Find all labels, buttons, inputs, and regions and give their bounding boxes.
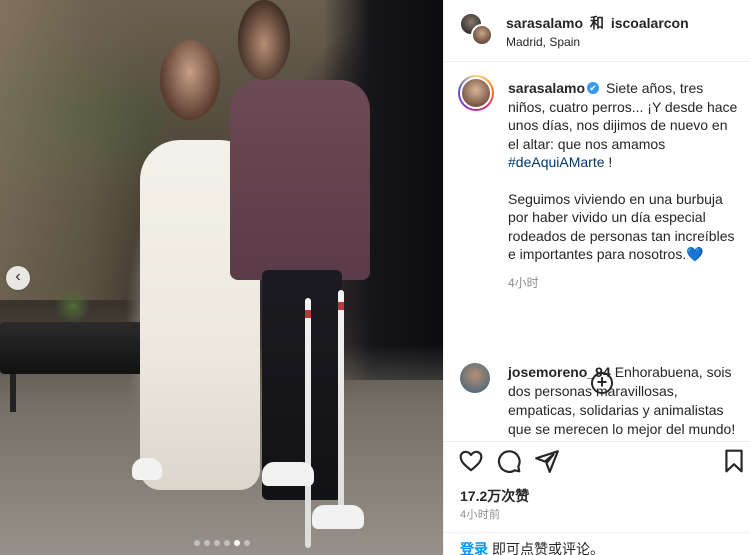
comment-text: josemoreno_94 Enhorabuena, sois dos perso… — [508, 363, 744, 439]
carousel-dot — [243, 540, 250, 546]
caption-text: sarasalamo ✔ Siete años, tres niños, cuat… — [508, 79, 740, 264]
caption-avatar[interactable] — [458, 75, 494, 111]
heart-icon[interactable] — [458, 448, 484, 474]
black-table — [0, 322, 150, 374]
post-photo[interactable]: ‹ — [0, 0, 443, 555]
post-actions — [444, 441, 750, 477]
carousel-dot — [233, 540, 240, 546]
burgundy-suit — [230, 80, 370, 280]
groom-shoe — [312, 505, 364, 529]
hashtag-link[interactable]: #deAquiAMarte — [508, 154, 605, 170]
carousel-dot — [193, 540, 200, 546]
groom-shoe — [262, 462, 314, 486]
potted-plant — [55, 288, 91, 324]
crutch-right — [338, 290, 344, 520]
login-prompt-text: 即可点赞或评论。 — [492, 541, 604, 555]
carousel-dot — [223, 540, 230, 546]
carousel-dot — [203, 540, 210, 546]
avatar[interactable] — [460, 363, 490, 393]
comment-icon[interactable] — [496, 448, 522, 474]
author-link[interactable]: iscoalarcon — [611, 15, 689, 31]
bookmark-icon[interactable] — [721, 448, 747, 474]
login-link[interactable]: 登录 — [460, 539, 488, 555]
caption-username[interactable]: sarasalamo — [508, 80, 585, 96]
post-details-panel: sarasalamo 和 iscoalarcon Madrid, Spain s… — [443, 0, 750, 555]
login-prompt: 登录 即可点赞或评论。 — [444, 532, 750, 555]
chevron-left-icon: ‹ — [15, 268, 21, 285]
author-link[interactable]: sarasalamo — [506, 15, 583, 31]
bride-shoe — [132, 458, 162, 480]
author-conjunction: 和 — [589, 15, 604, 31]
carousel-prev-button[interactable]: ‹ — [6, 266, 30, 290]
bride-figure — [160, 40, 220, 120]
table-leg — [10, 374, 16, 412]
stone-wall — [0, 0, 150, 300]
crutch-left — [305, 298, 311, 548]
carousel-dots — [0, 540, 443, 546]
post-header: sarasalamo 和 iscoalarcon Madrid, Spain — [444, 0, 750, 62]
caption-time: 4小时 — [508, 276, 539, 290]
likes-count[interactable]: 17.2万次赞 — [460, 486, 529, 506]
collab-avatars[interactable] — [460, 13, 493, 46]
carousel-dot — [213, 540, 220, 546]
avatar — [471, 24, 493, 46]
groom-figure — [238, 0, 290, 80]
caption-body-end: ! — [608, 154, 613, 170]
verified-badge-icon: ✔ — [587, 82, 600, 95]
post-authors: sarasalamo 和 iscoalarcon — [506, 13, 689, 33]
share-icon[interactable] — [534, 448, 560, 474]
comment-username[interactable]: josemoreno_94 — [508, 364, 611, 380]
blue-heart-icon: 💙 — [686, 246, 704, 262]
post-caption: sarasalamo ✔ Siete años, tres niños, cuat… — [444, 62, 750, 394]
posted-time: 4小时前 — [460, 509, 501, 521]
location-link[interactable]: Madrid, Spain — [506, 35, 580, 49]
